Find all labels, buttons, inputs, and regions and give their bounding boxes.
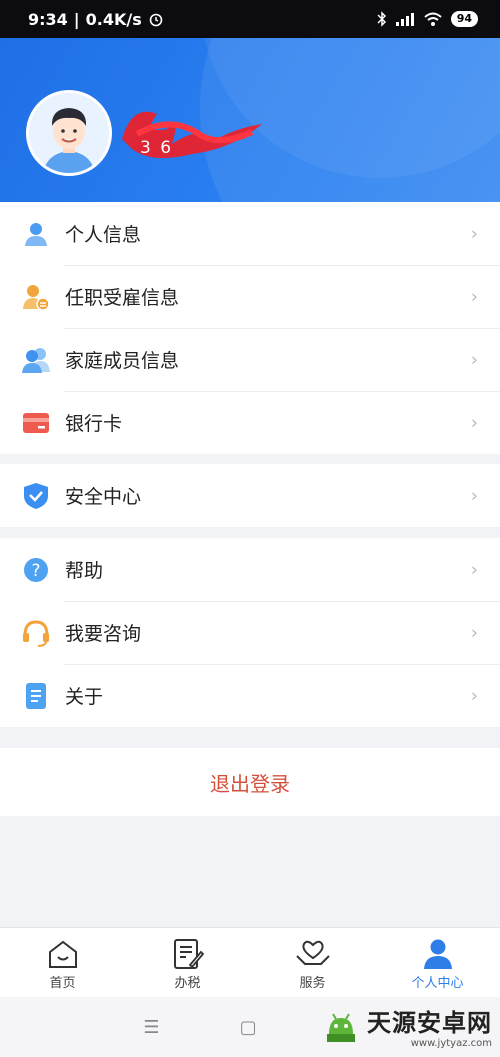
person-icon (21, 219, 51, 249)
menu-item-employment-info[interactable]: 任职受雇信息 › (0, 265, 500, 328)
family-icon (21, 345, 51, 375)
chevron-right-icon: › (470, 622, 478, 643)
wifi-icon (424, 12, 442, 26)
menu-nav-icon[interactable]: ☰ (143, 1017, 159, 1038)
status-time: 9:34 (28, 9, 68, 29)
menu-item-personal-info[interactable]: 个人信息 › (0, 202, 500, 265)
chevron-right-icon: › (470, 349, 478, 370)
watermark-title: 天源安卓网 (367, 1009, 492, 1037)
employment-icon (21, 282, 51, 312)
avatar-face-icon (29, 93, 109, 173)
menu-item-help[interactable]: ? 帮助 › (0, 538, 500, 601)
menu-group-personal: 个人信息 › 任职受雇信息 › 家庭成员信息 › 银行卡 › (0, 202, 500, 454)
tab-home[interactable]: 首页 (0, 928, 125, 997)
tab-service[interactable]: 服务 (250, 928, 375, 997)
svg-text:?: ? (31, 561, 40, 581)
menu-item-consult[interactable]: 我要咨询 › (0, 601, 500, 664)
tab-tax[interactable]: 办税 (125, 928, 250, 997)
profile-header: 3 6 (0, 38, 500, 202)
android-logo-icon (327, 1013, 355, 1042)
document-icon (21, 681, 51, 711)
redaction-scribble (122, 111, 262, 158)
tab-personal-center[interactable]: 个人中心 (375, 928, 500, 997)
menu-item-security-center[interactable]: 安全中心 › (0, 464, 500, 527)
avatar[interactable] (26, 90, 112, 176)
watermark-url: www.jytyaz.com (410, 1038, 492, 1049)
bank-card-icon (21, 408, 51, 438)
alarm-icon (149, 13, 163, 27)
home-nav-icon[interactable]: ▢ (240, 1017, 257, 1038)
logout-button[interactable]: 退出登录 (0, 748, 500, 816)
user-id: 3 6 (140, 138, 174, 158)
chevron-right-icon: › (470, 286, 478, 307)
battery-indicator: 94 (450, 11, 478, 27)
heart-hand-icon (295, 936, 331, 972)
signal-icon (395, 13, 414, 26)
chevron-right-icon: › (470, 223, 478, 244)
bottom-tab-bar: 首页 办税 服务 个人中心 (0, 927, 500, 997)
shield-icon (21, 481, 51, 511)
chevron-right-icon: › (470, 412, 478, 433)
tax-edit-icon (172, 936, 204, 972)
menu-item-family-info[interactable]: 家庭成员信息 › (0, 328, 500, 391)
menu-group-security: 安全中心 › (0, 464, 500, 527)
watermark: 天源安卓网 www.jytyaz.com (321, 1003, 492, 1049)
menu-item-bank-card[interactable]: 银行卡 › (0, 391, 500, 454)
question-icon: ? (21, 555, 51, 585)
bluetooth-icon (377, 11, 386, 27)
menu-item-about[interactable]: 关于 › (0, 664, 500, 727)
menu-group-help: ? 帮助 › 我要咨询 › 关于 › (0, 538, 500, 727)
headset-icon (21, 618, 51, 648)
home-icon (47, 936, 79, 972)
person-center-icon (422, 936, 454, 972)
chevron-right-icon: › (470, 559, 478, 580)
status-bar: 9:34 | 0.4K/s 94 (0, 0, 500, 38)
chevron-right-icon: › (470, 685, 478, 706)
status-speed: 0.4K/s (85, 9, 142, 29)
chevron-right-icon: › (470, 485, 478, 506)
